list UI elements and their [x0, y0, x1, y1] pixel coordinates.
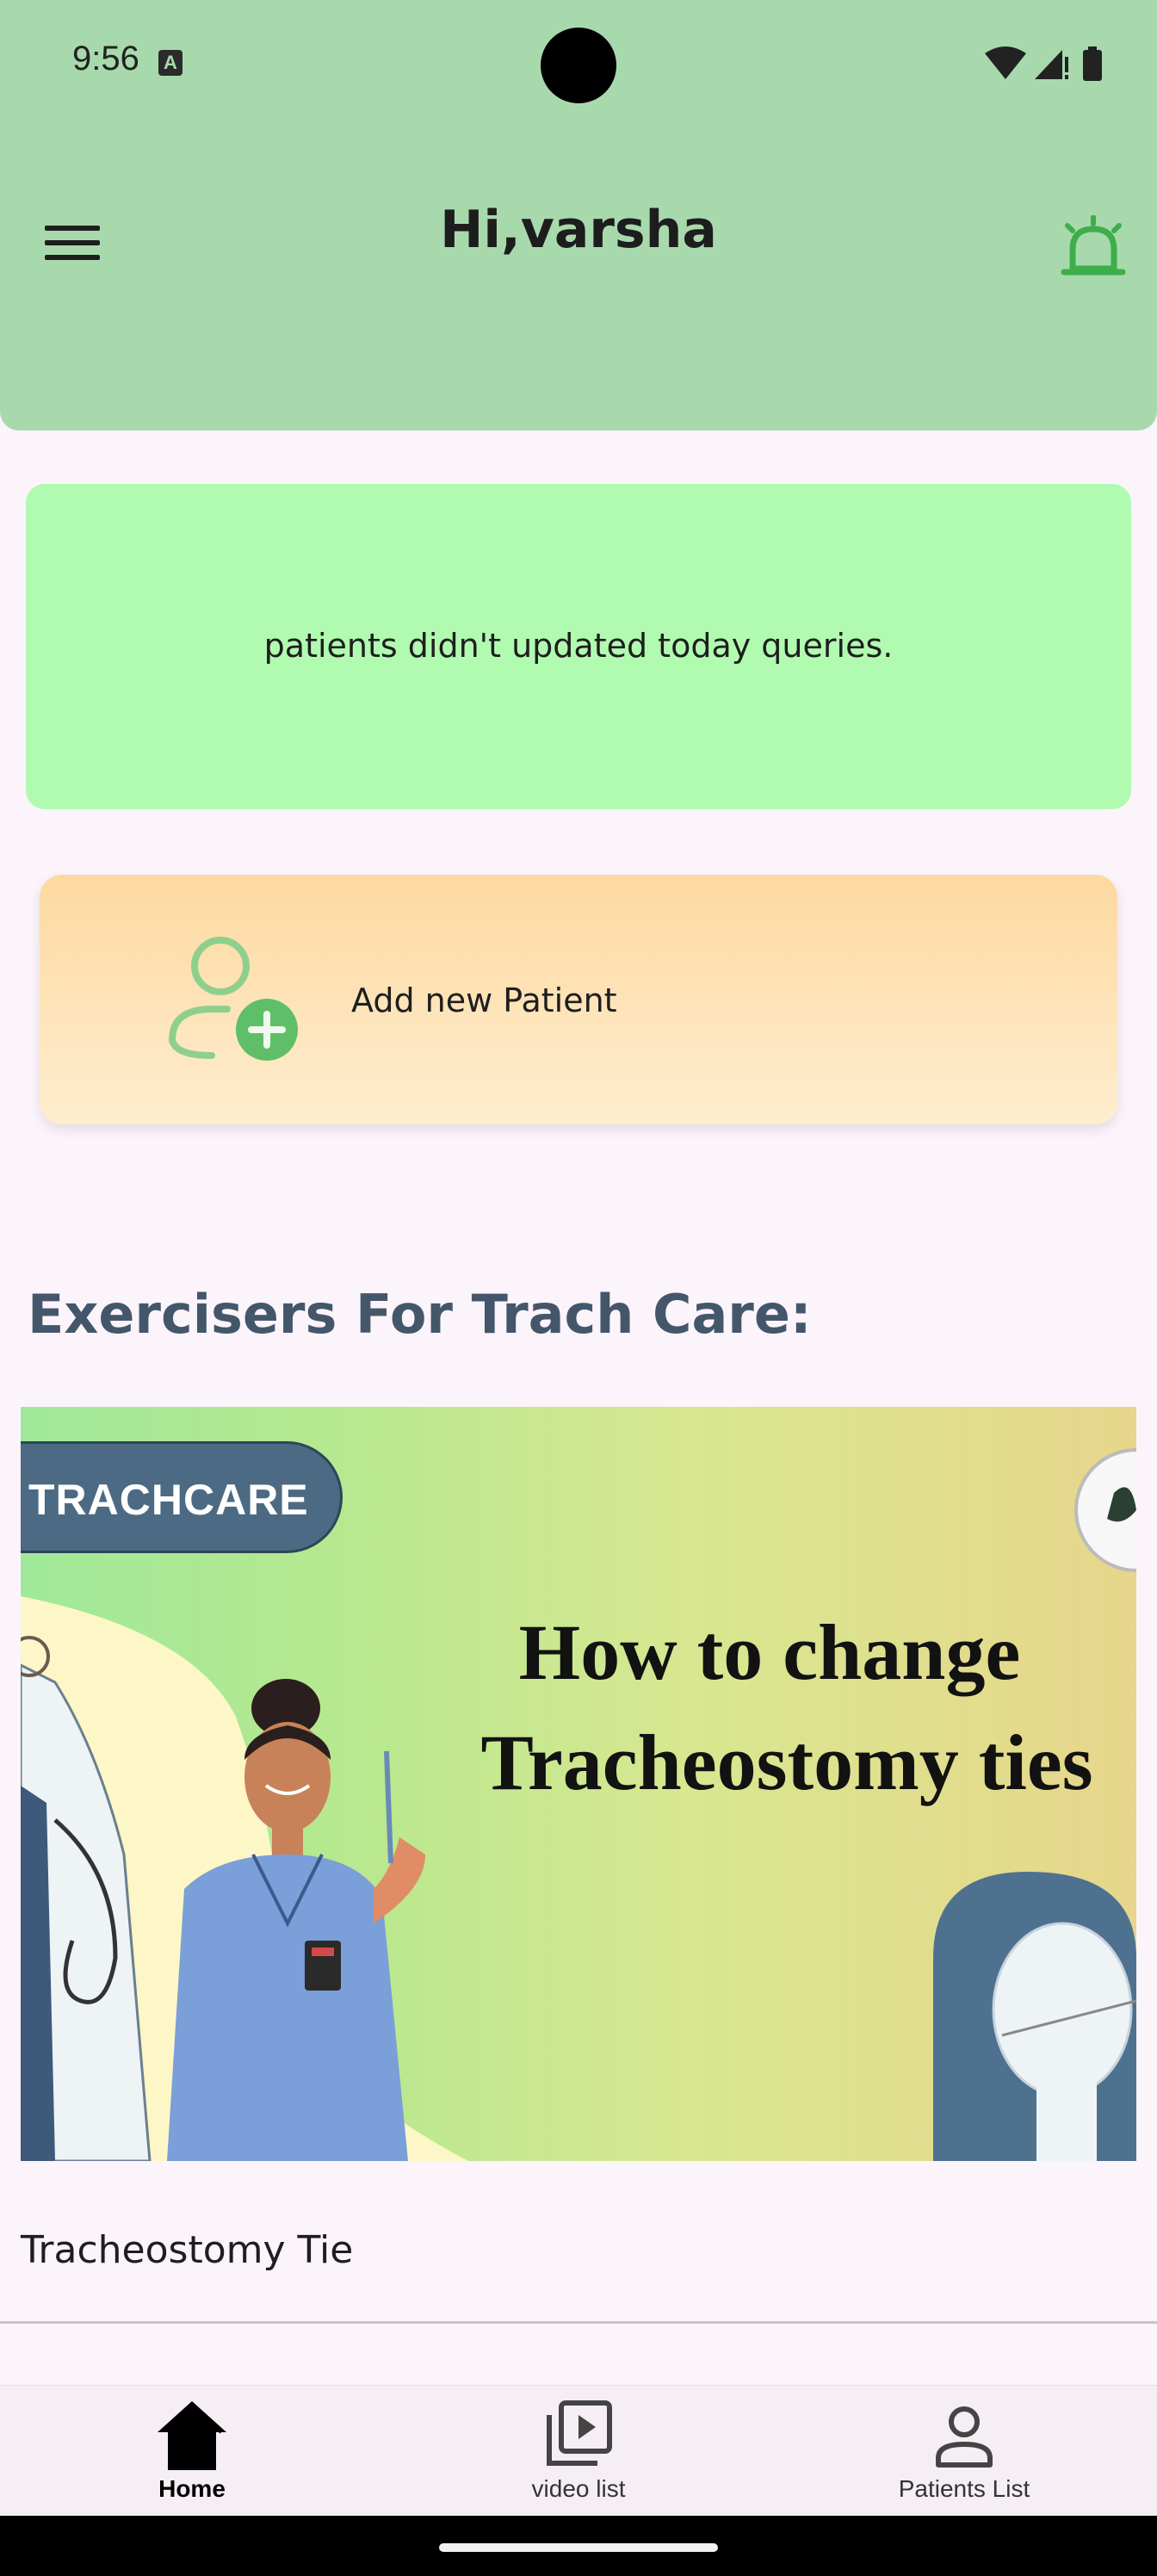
page-title: Hi,varsha — [440, 200, 717, 260]
divider — [0, 2321, 1157, 2324]
video-library-icon — [547, 2400, 612, 2466]
nav-label-home: Home — [158, 2475, 226, 2502]
nav-item-home[interactable]: Home — [63, 2386, 321, 2517]
home-gesture-handle[interactable] — [439, 2543, 718, 2552]
nav-label-patients-list: Patients List — [898, 2475, 1030, 2502]
status-time: 9:56 — [72, 40, 139, 77]
add-user-icon — [169, 937, 298, 1061]
battery-icon — [1083, 50, 1102, 81]
thumbnail-title-line1: How to change — [518, 1608, 1021, 1696]
nav-item-patients-list[interactable]: Patients List — [835, 2386, 1093, 2517]
alarm-bell-icon[interactable] — [1059, 215, 1128, 279]
notification-badge-icon: A — [158, 50, 183, 76]
person-icon — [936, 2406, 993, 2468]
signal-alert-mark — [1065, 57, 1068, 72]
add-patient-button[interactable]: Add new Patient — [40, 875, 1117, 1124]
alert-card: patients didn't updated today queries. — [26, 484, 1131, 809]
status-icons — [985, 46, 1102, 81]
camera-cutout — [541, 28, 616, 103]
video-thumbnail[interactable]: TRACHCARE How to change Tracheostomy tie… — [21, 1407, 1136, 2161]
thumbnail-title-line2: Tracheostomy ties — [480, 1718, 1093, 1806]
nav-item-video-list[interactable]: video list — [449, 2386, 708, 2517]
thumbnail-tag: TRACHCARE — [21, 1441, 343, 1553]
add-patient-label: Add new Patient — [351, 981, 617, 1019]
section-title: Exercisers For Trach Care: — [28, 1283, 812, 1346]
video-title[interactable]: Tracheostomy Tie — [21, 2228, 353, 2272]
alert-message: patients didn't updated today queries. — [263, 627, 894, 665]
wifi-icon — [985, 46, 1026, 79]
bottom-navigation: Home video list Patients List — [0, 2385, 1157, 2517]
signal-icon — [1035, 50, 1062, 79]
home-icon — [158, 2401, 226, 2470]
nav-label-video-list: video list — [531, 2475, 626, 2502]
